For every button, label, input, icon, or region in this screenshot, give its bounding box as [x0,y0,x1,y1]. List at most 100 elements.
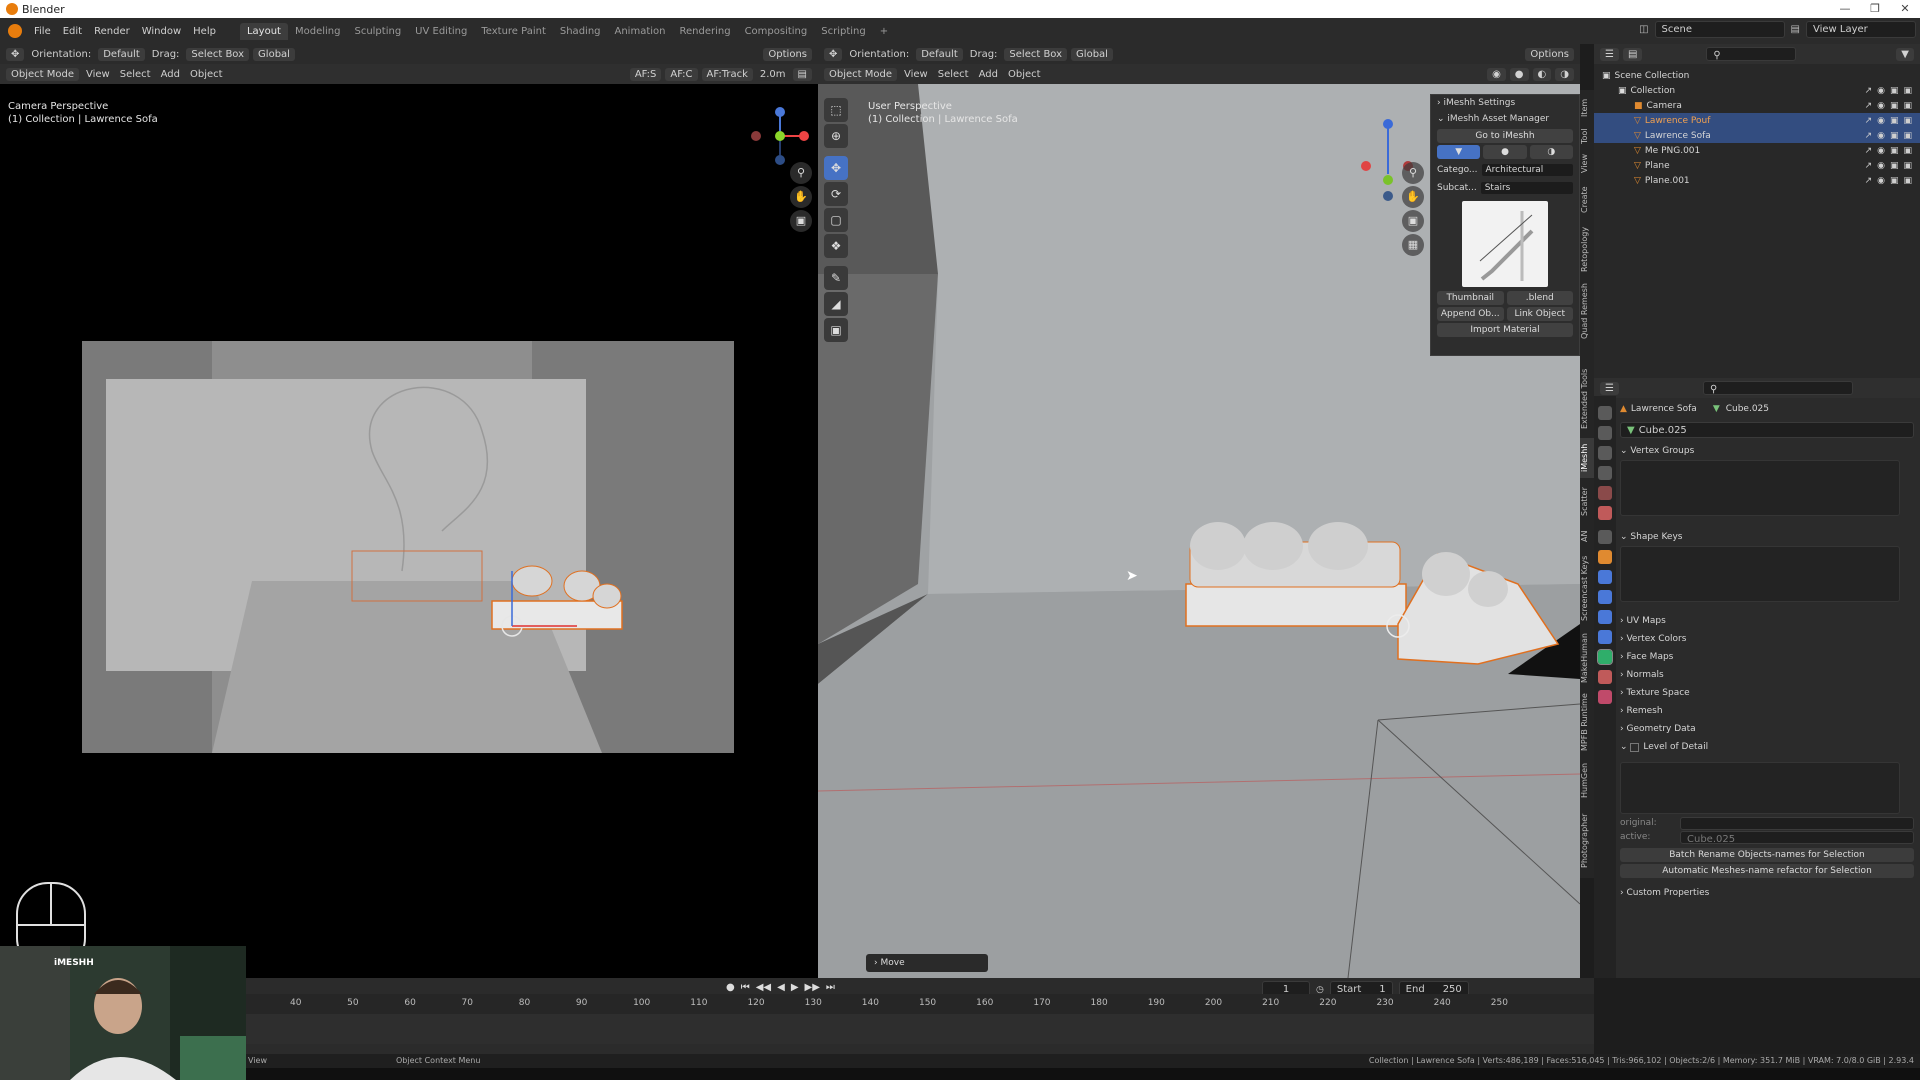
select-toggle-icon[interactable]: ↗ [1865,146,1873,156]
mesh-datablock-field[interactable]: ▼ Cube.025 [1620,422,1914,438]
auto-rename-button[interactable]: Automatic Meshes-name refactor for Selec… [1620,864,1914,878]
right-pan-hand-icon[interactable]: ✋ [1402,186,1424,208]
imeshh-asset-manager-header[interactable]: ⌄ iMeshh Asset Manager [1431,111,1579,127]
viewport-toggle-icon[interactable]: ▣ [1890,86,1899,96]
level-of-detail-header[interactable]: ⌄ Level of Detail [1620,738,1914,756]
properties-editor-type-icon[interactable]: ☰ [1600,381,1619,395]
outliner-item[interactable]: ▣ Collection ↗ ◉ ▣ ▣ [1594,83,1920,98]
side-tab-makehuman[interactable]: MakeHuman [1580,630,1594,686]
menu-file[interactable]: File [28,26,57,37]
tab-animation[interactable]: Animation [608,23,673,40]
left-af-track-button[interactable]: AF:Track [701,67,753,81]
timeline-track-area[interactable] [246,1014,1594,1044]
rotate-tool-icon[interactable]: ⟳ [824,182,848,206]
outliner-filter-icon[interactable]: ▼ [1896,47,1914,61]
render-toggle-icon[interactable]: ▣ [1903,101,1912,111]
right-menu-add[interactable]: Add [976,69,1001,80]
tab-shading[interactable]: Shading [553,23,608,40]
tab-sculpting[interactable]: Sculpting [347,23,408,40]
menu-help[interactable]: Help [187,26,222,37]
left-orientation-dropdown[interactable]: Default [98,47,145,61]
left-af-c-button[interactable]: AF:C [665,67,698,81]
collection-properties-tab-icon[interactable] [1598,530,1612,544]
select-toggle-icon[interactable]: ↗ [1865,116,1873,126]
view-layer-properties-tab-icon[interactable] [1598,466,1612,480]
menu-edit[interactable]: Edit [57,26,88,37]
material-properties-tab-icon[interactable] [1598,670,1612,684]
tool-properties-tab-icon[interactable] [1598,406,1612,420]
side-tab-item[interactable]: Item [1580,96,1594,120]
tab-modeling[interactable]: Modeling [288,23,348,40]
right-grid-icon[interactable]: ▦ [1402,234,1424,256]
left-menu-view[interactable]: View [83,69,113,80]
world-properties-tab-icon[interactable] [1598,506,1612,520]
prev-keyframe-icon[interactable]: ◀◀ [756,982,771,993]
tab-layout[interactable]: Layout [239,22,288,40]
geometry-data-header[interactable]: › Geometry Data [1620,720,1914,738]
blend-file-button[interactable]: .blend [1506,291,1573,305]
blender-menu-icon[interactable] [8,24,22,38]
lod-list[interactable] [1620,762,1900,814]
render-toggle-icon[interactable]: ▣ [1903,86,1912,96]
side-tab-retopology[interactable]: Retopology [1580,222,1594,276]
right-menu-view[interactable]: View [901,69,931,80]
left-menu-object[interactable]: Object [187,69,226,80]
transform-tool-icon[interactable]: ❖ [824,234,848,258]
annotate-tool-icon[interactable]: ✎ [824,266,848,290]
timeline-ruler[interactable]: 40 50 60 70 80 90 100 110 120 130 140 150 160 170 180 1… [246,994,1594,1014]
select-toggle-icon[interactable]: ↗ [1865,176,1873,186]
tab-scripting[interactable]: Scripting [814,23,872,40]
side-tab-imeshh[interactable]: iMeshh [1580,438,1594,478]
asset-type-hdri-icon[interactable]: ◑ [1529,145,1573,159]
left-options-button[interactable]: Options [763,47,812,61]
vertex-groups-header[interactable]: ⌄ Vertex Groups [1620,442,1914,460]
side-tab-scatter[interactable]: Scatter [1580,482,1594,522]
view-layer-selector[interactable]: View Layer [1806,21,1916,38]
constraints-properties-tab-icon[interactable] [1598,630,1612,644]
right-shading-material-icon[interactable]: ◐ [1532,67,1552,81]
eye-icon[interactable]: ◉ [1877,116,1885,126]
object-properties-tab-icon[interactable] [1598,550,1612,564]
axis-gizmo-icon[interactable] [748,104,812,168]
last-operator-panel[interactable]: › Move [866,954,988,972]
jump-end-icon[interactable]: ⏭ [826,982,835,993]
eye-icon[interactable]: ◉ [1877,131,1885,141]
tab-uv-editing[interactable]: UV Editing [408,23,474,40]
category-dropdown[interactable]: Architectural [1481,164,1573,176]
eye-icon[interactable]: ◉ [1877,176,1885,186]
left-menu-select[interactable]: Select [117,69,154,80]
select-toggle-icon[interactable]: ↗ [1865,161,1873,171]
play-reverse-icon[interactable]: ◀ [777,982,785,993]
menu-render[interactable]: Render [88,26,136,37]
side-tab-photographer[interactable]: Photographer [1580,806,1594,876]
viewport-toggle-icon[interactable]: ▣ [1890,116,1899,126]
shape-keys-header[interactable]: ⌄ Shape Keys [1620,528,1914,546]
physics-properties-tab-icon[interactable] [1598,610,1612,624]
record-icon[interactable]: ● [726,982,735,993]
vertex-colors-header[interactable]: › Vertex Colors [1620,630,1914,648]
render-toggle-icon[interactable]: ▣ [1903,116,1912,126]
camera-viewport[interactable]: ✥ Orientation: Default Drag: Select Box … [0,44,818,978]
next-keyframe-icon[interactable]: ▶▶ [805,982,820,993]
right-transform-tool-icon[interactable]: ✥ [824,47,843,61]
right-camera-view-icon[interactable]: ▣ [1402,210,1424,232]
output-properties-tab-icon[interactable] [1598,446,1612,460]
jump-start-icon[interactable]: ⏮ [741,982,750,993]
texture-space-header[interactable]: › Texture Space [1620,684,1914,702]
asset-type-models-icon[interactable]: ▼ [1437,145,1481,159]
right-drag-dropdown[interactable]: Select Box [1004,47,1068,61]
imeshh-settings-header[interactable]: › iMeshh Settings [1431,95,1579,111]
side-tab-tool[interactable]: Tool [1580,124,1594,148]
select-toggle-icon[interactable]: ↗ [1865,101,1873,111]
texture-properties-tab-icon[interactable] [1598,690,1612,704]
render-toggle-icon[interactable]: ▣ [1903,131,1912,141]
scene-properties-tab-icon[interactable] [1598,486,1612,500]
viewport-toggle-icon[interactable]: ▣ [1890,131,1899,141]
add-cube-tool-icon[interactable]: ▣ [824,318,848,342]
right-shading-solid-icon[interactable]: ● [1509,67,1529,81]
render-properties-tab-icon[interactable] [1598,426,1612,440]
particles-properties-tab-icon[interactable] [1598,590,1612,604]
restore-icon[interactable]: ❐ [1860,0,1890,18]
play-icon[interactable]: ▶ [791,982,799,993]
select-toggle-icon[interactable]: ↗ [1865,131,1873,141]
